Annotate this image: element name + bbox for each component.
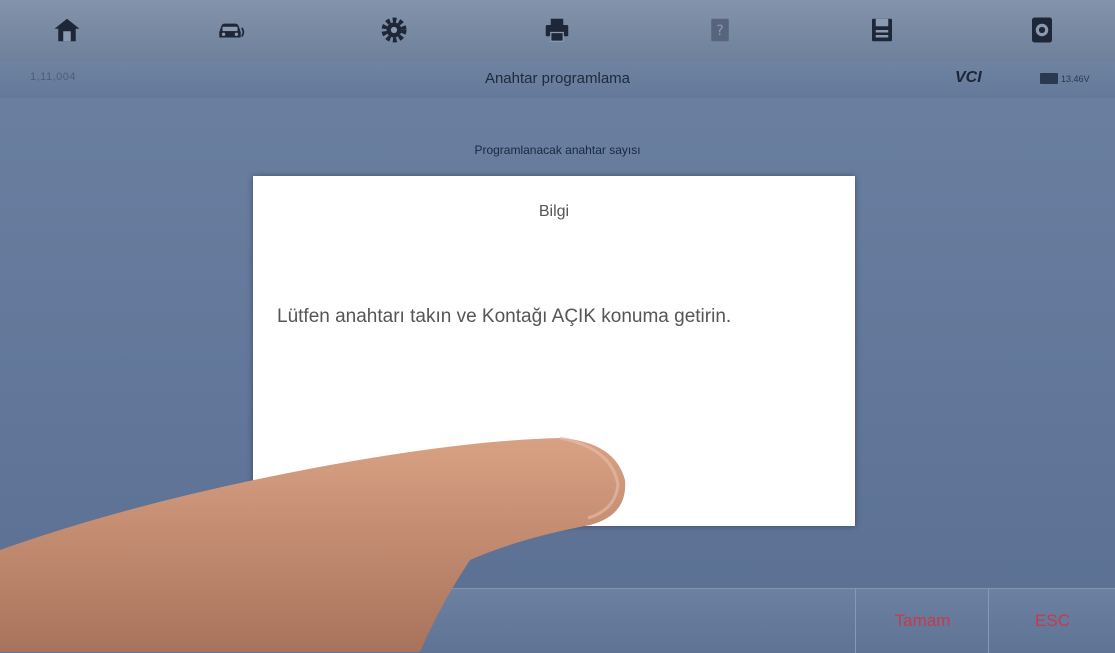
info-dialog: Bilgi Lütfen anahtarı takın ve Kontağı A… — [253, 176, 855, 526]
esc-button[interactable]: ESC — [988, 589, 1115, 653]
key-count-prompt: Programlanacak anahtar sayısı — [474, 143, 641, 157]
gear-icon[interactable] — [372, 8, 416, 52]
print-icon[interactable] — [535, 8, 579, 52]
bottom-action-bar: Tamam ESC — [0, 588, 1115, 653]
save-icon[interactable] — [860, 8, 904, 52]
top-toolbar: ? — [0, 0, 1115, 63]
vci-indicator: VCI — [955, 69, 982, 86]
dialog-title: Bilgi — [538, 203, 570, 220]
ok-button[interactable]: Tamam — [855, 589, 989, 653]
home-icon[interactable] — [45, 8, 89, 52]
battery-status: 13.46V — [1040, 73, 1090, 84]
screenshot-icon[interactable] — [1020, 8, 1064, 52]
vehicle-swap-icon[interactable] — [208, 8, 252, 52]
battery-icon — [1040, 73, 1058, 84]
dialog-message: Lütfen anahtarı takın ve Kontağı AÇIK ko… — [277, 306, 732, 327]
page-title: Anahtar programlama — [484, 70, 631, 87]
svg-text:?: ? — [716, 23, 723, 39]
help-icon[interactable]: ? — [698, 8, 742, 52]
status-bar: 1,11,004 Anahtar programlama VCI 13.46V — [0, 62, 1115, 98]
battery-voltage: 13.46V — [1061, 73, 1090, 84]
